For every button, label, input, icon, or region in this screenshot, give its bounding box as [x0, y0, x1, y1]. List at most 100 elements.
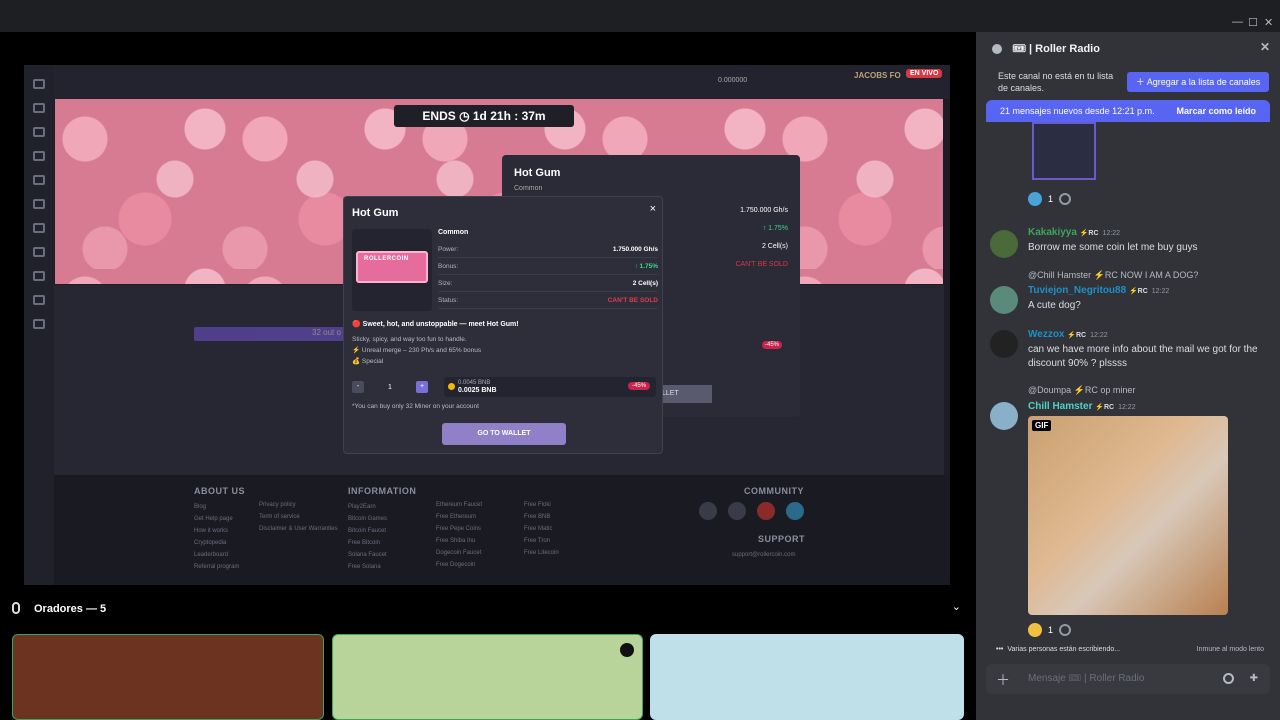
- not-in-list-text: Este canal no está en tu lista de canale…: [998, 71, 1114, 93]
- slowmode-label: Inmune al modo lento: [1196, 646, 1264, 653]
- product-modal[interactable]: Hot Gum × ROLLERCOIN Common Power: 1.750.…: [343, 196, 663, 454]
- message-input[interactable]: ＋ Mensaje 🎟 | Roller Radio ✚: [986, 664, 1270, 694]
- reply-preview[interactable]: @Doumpa ⚡RC op miner: [1028, 385, 1135, 396]
- avatar: [990, 402, 1018, 430]
- new-messages-bar[interactable]: 21 mensajes nuevos desde 12:21 p.m. Marc…: [986, 100, 1270, 122]
- add-reaction-icon[interactable]: [1059, 193, 1072, 205]
- storage-icon: [33, 247, 45, 257]
- reaction-emoji-icon[interactable]: [1028, 192, 1042, 206]
- speaker-tile[interactable]: [12, 634, 324, 720]
- bg-bonus: ↑ 1.75%: [762, 225, 788, 232]
- go-to-wallet-button[interactable]: GO TO WALLET: [442, 423, 566, 445]
- footer-info-2: Ethereum Faucet Free Ethereum Free Pepe Co…: [436, 502, 483, 568]
- bnb-icon: [448, 383, 455, 390]
- reaction-bar[interactable]: 1: [1028, 621, 1072, 639]
- close-icon[interactable]: ✕: [1260, 40, 1270, 54]
- qty-plus-button[interactable]: +: [416, 381, 428, 393]
- gif-badge: GIF: [1032, 420, 1052, 431]
- footer-info-3: Free Floki Free BNB Free Matic Free Tron Fre…: [524, 502, 559, 556]
- close-icon[interactable]: ×: [650, 203, 656, 215]
- speakers-label: Oradores — 5: [34, 603, 107, 615]
- new-messages-text: 21 mensajes nuevos desde 12:21 p.m.: [1000, 106, 1155, 116]
- modal-title: Hot Gum: [352, 207, 399, 219]
- mark-read-button[interactable]: Marcar como leído: [1176, 100, 1256, 122]
- stat-row: Size: 2 Cell(s): [438, 275, 658, 292]
- quantity-stepper[interactable]: - 1 +: [352, 377, 440, 397]
- reaction-emoji-icon[interactable]: [1028, 623, 1042, 637]
- bank-icon: [33, 271, 45, 281]
- reply-preview[interactable]: @Chill Hamster ⚡RC NOW I AM A DOG?: [1028, 270, 1198, 281]
- add-attachment-icon[interactable]: ＋: [996, 670, 1010, 690]
- stat-row: Power: 1.750.000 Gh/s: [438, 241, 658, 258]
- add-reaction-icon[interactable]: [1059, 624, 1072, 636]
- x-icon[interactable]: [699, 502, 717, 520]
- speaker-tile[interactable]: [650, 634, 964, 720]
- purchase-limit-note: *You can buy only 32 Miner on your accou…: [352, 403, 479, 410]
- menu-icon: [33, 79, 45, 89]
- support-email: support@rollercoin.com: [732, 552, 796, 558]
- trophy-icon: [33, 295, 45, 305]
- telegram-icon[interactable]: [786, 502, 804, 520]
- footer-about: ABOUT US Blog Get Help page How it works Cr…: [194, 486, 245, 570]
- shield-icon: [620, 643, 634, 657]
- shop-icon: [33, 223, 45, 233]
- close-window-icon[interactable]: ✕: [1264, 16, 1273, 29]
- miner-stats: Common Power: 1.750.000 Gh/s Bonus: ↑ 1.75…: [438, 229, 658, 309]
- qty-input[interactable]: 1: [370, 384, 410, 391]
- avatar: [990, 286, 1018, 314]
- footer-info: INFORMATION Play2Earn Bitcoin Games Bitcoi…: [348, 486, 417, 570]
- chevron-down-icon[interactable]: ⌄: [952, 600, 961, 613]
- mining-icon: [33, 151, 45, 161]
- speakers-bar[interactable]: Oradores — 5 ⌄: [0, 592, 975, 626]
- event-timer: ENDS ◷ 1d 21h : 37m: [394, 105, 574, 127]
- miner-description: 🔴 Sweet, hot, and unstoppable — meet Hot…: [352, 321, 519, 365]
- avatar: [990, 230, 1018, 258]
- qty-minus-button[interactable]: -: [352, 381, 364, 393]
- tasks-icon: [33, 199, 45, 209]
- game-sidebar: [24, 65, 54, 585]
- input-placeholder: Mensaje 🎟 | Roller Radio: [1028, 673, 1145, 684]
- bg-power: 1.750.000 Gh/s: [740, 207, 788, 214]
- window-titlebar: — ☐ ✕: [0, 0, 1280, 32]
- site-footer: ABOUT US Blog Get Help page How it works Cr…: [54, 475, 950, 585]
- sticker-image: [1032, 122, 1096, 180]
- old-price: 0.0045 BNB: [458, 380, 491, 386]
- speaker-tile[interactable]: [332, 634, 643, 720]
- thread-icon: [992, 44, 1002, 54]
- username: JACOBS FO: [854, 71, 901, 80]
- footer-support: SUPPORT: [758, 534, 806, 544]
- reaction-bar[interactable]: 1: [1028, 190, 1072, 208]
- add-channel-button[interactable]: ＋ Agregar a la lista de canales: [1127, 72, 1269, 92]
- social-icons: [699, 502, 804, 520]
- new-price: 0.0025 BNB: [458, 387, 497, 394]
- rarity-label: Common: [438, 229, 469, 236]
- apps-icon[interactable]: ✚: [1250, 673, 1258, 684]
- stat-row: Status: CAN'T BE SOLD: [438, 292, 658, 309]
- bg-size: 2 Cell(s): [761, 243, 788, 250]
- hall-icon: [33, 319, 45, 329]
- discord-icon[interactable]: [728, 502, 746, 520]
- miner-image: ROLLERCOIN: [352, 229, 432, 311]
- game-topbar: 0.000000 JACOBS FO EN VIVO: [54, 65, 950, 99]
- stat-row: Bonus: ↑ 1.75%: [438, 258, 658, 275]
- avatar: [990, 330, 1018, 358]
- footer-community: COMMUNITY: [744, 486, 804, 496]
- microphone-icon: [12, 602, 20, 614]
- gif-image[interactable]: GIF: [1028, 416, 1228, 615]
- bg-panel-rarity: Common: [514, 185, 543, 192]
- balance: 0.000000: [718, 77, 748, 84]
- stream-view[interactable]: 0.000000 JACOBS FO EN VIVO ENDS ◷ 1d 21h…: [24, 65, 950, 585]
- youtube-icon[interactable]: [757, 502, 775, 520]
- minimize-icon[interactable]: —: [1232, 16, 1243, 28]
- home-icon: [33, 103, 45, 113]
- price-box: 0.0045 BNB 0.0025 BNB -45%: [444, 377, 656, 397]
- maximize-icon[interactable]: ☐: [1248, 16, 1258, 29]
- footer-about-2: Privacy policy Term of service Disclaimer …: [259, 502, 338, 532]
- channel-name: 🎟 | Roller Radio: [1012, 43, 1100, 55]
- live-badge: EN VIVO: [906, 69, 943, 78]
- games-icon: [33, 127, 45, 137]
- chat-header: 🎟 | Roller Radio ✕: [976, 32, 1280, 64]
- chat-panel: 🎟 | Roller Radio ✕ Este canal no está en…: [976, 32, 1280, 720]
- market-icon: [33, 175, 45, 185]
- emoji-icon[interactable]: [1223, 673, 1234, 684]
